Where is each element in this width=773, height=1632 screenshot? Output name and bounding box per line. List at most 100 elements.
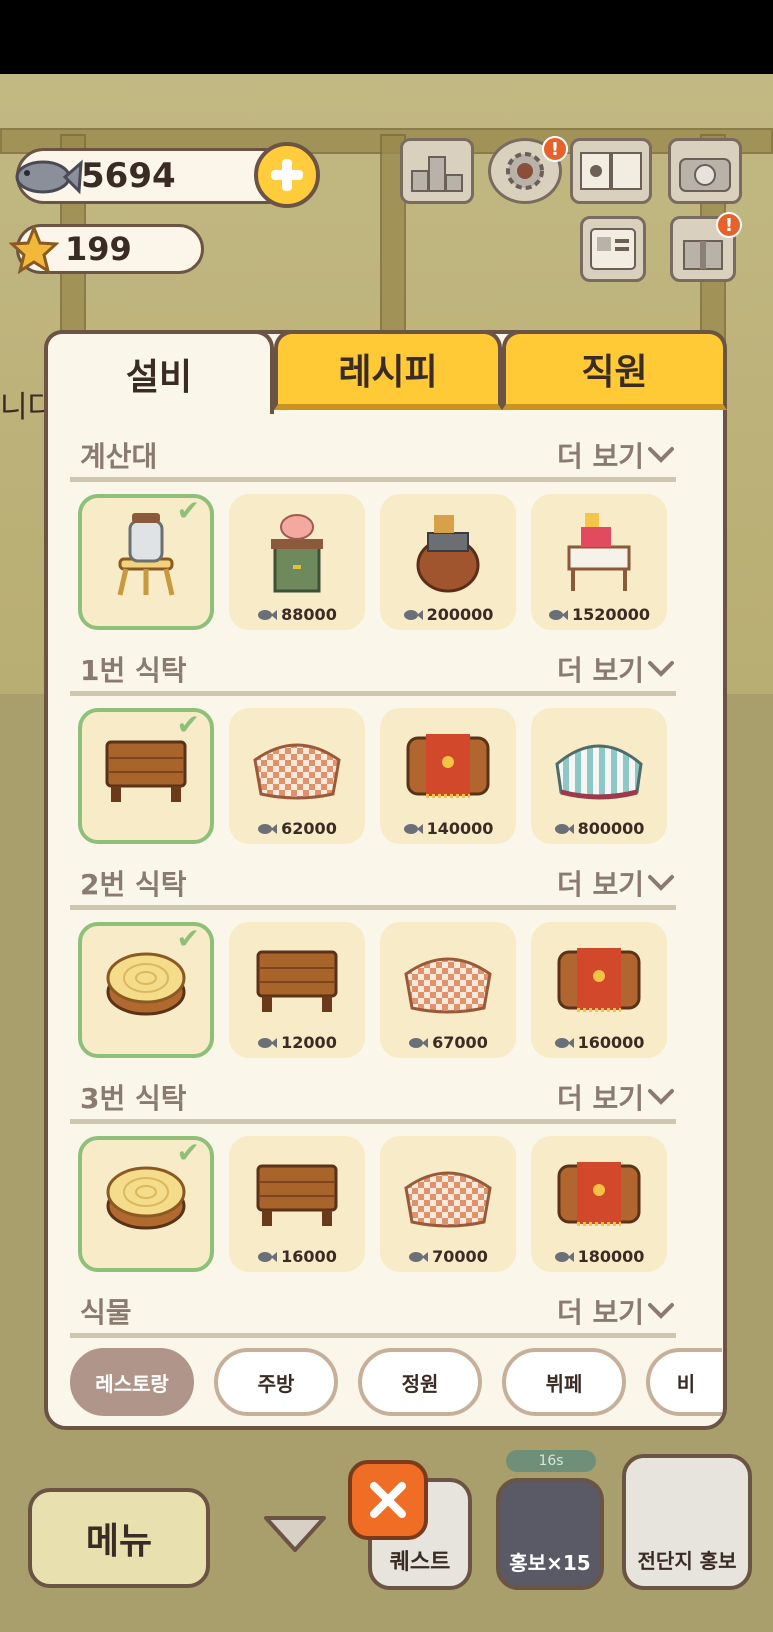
category-tab[interactable]: 레스토랑 — [70, 1348, 194, 1416]
see-more-button[interactable]: 더 보기 — [557, 1291, 676, 1331]
see-more-button[interactable]: 더 보기 — [557, 649, 676, 689]
item-price: 200000 — [403, 605, 494, 624]
category-tab[interactable]: 비 — [646, 1348, 722, 1416]
category-tab[interactable]: 정원 — [358, 1348, 482, 1416]
paw-cloth-table-image — [380, 716, 516, 812]
chevron-down-icon — [648, 660, 674, 677]
owned-check-icon: ✔ — [176, 922, 200, 955]
category-tab[interactable]: 주방 — [214, 1348, 338, 1416]
camera-icon — [679, 158, 731, 192]
camera-button[interactable] — [668, 138, 742, 204]
status-bar — [0, 0, 773, 74]
section-header: 계산대 더 보기 — [70, 432, 676, 482]
furniture-item-card[interactable]: 67000 — [380, 922, 516, 1058]
furniture-item-card[interactable]: ✔ — [78, 708, 214, 844]
checkered-table-image — [380, 930, 516, 1026]
add-currency-button[interactable] — [254, 142, 320, 208]
close-button[interactable] — [348, 1460, 428, 1540]
fish-amount: 5694 — [81, 156, 176, 196]
cash-register-white-image — [531, 502, 667, 598]
tab-equipment[interactable]: 설비 — [44, 330, 274, 414]
owned-check-icon: ✔ — [176, 494, 200, 527]
checkered-table-image — [380, 1144, 516, 1240]
flyer-promo-button[interactable]: 전단지 홍보 — [622, 1454, 752, 1590]
striped-table-image — [531, 716, 667, 812]
fish-icon — [258, 609, 278, 620]
paw-cloth-table-image — [531, 1144, 667, 1240]
item-price-value: 200000 — [426, 605, 494, 624]
gift-alert-badge: ! — [716, 212, 742, 238]
item-price: 160000 — [554, 1033, 644, 1052]
item-price: 180000 — [554, 1247, 645, 1266]
wood-table-image — [229, 1144, 365, 1240]
tab-staff[interactable]: 직원 — [502, 330, 727, 410]
furniture-item-card[interactable]: 16000 — [229, 1136, 365, 1272]
item-price-value: 180000 — [577, 1247, 645, 1266]
book-icon — [580, 152, 642, 190]
close-icon — [370, 1482, 406, 1518]
podium-icon — [411, 156, 463, 192]
section-title: 계산대 — [80, 439, 158, 473]
furniture-item-card[interactable]: 200000 — [380, 494, 516, 630]
item-price-value: 16000 — [281, 1247, 337, 1266]
item-price-value: 62000 — [281, 819, 337, 838]
fish-icon — [409, 1251, 429, 1262]
category-tab[interactable]: 뷔페 — [502, 1348, 626, 1416]
furniture-item-card[interactable]: 140000 — [380, 708, 516, 844]
item-price: 12000 — [257, 1033, 337, 1052]
furniture-item-card[interactable]: ✔ — [78, 1136, 214, 1272]
chevron-down-icon — [648, 1088, 674, 1105]
paw-cloth-table-image — [531, 930, 667, 1026]
chevron-down-icon[interactable] — [262, 1514, 328, 1554]
furniture-item-card[interactable]: 12000 — [229, 922, 365, 1058]
ranking-button[interactable] — [400, 138, 474, 204]
owned-check-icon: ✔ — [176, 708, 200, 741]
see-more-label: 더 보기 — [556, 653, 644, 687]
furniture-item-card[interactable]: 88000 — [229, 494, 365, 630]
menu-button[interactable]: 메뉴 — [28, 1488, 210, 1588]
promo-button[interactable]: 홍보×15 — [496, 1478, 604, 1590]
fish-icon — [258, 823, 278, 834]
item-price-value: 67000 — [432, 1033, 488, 1052]
settings-alert-badge: ! — [542, 136, 568, 162]
star-amount: 199 — [65, 230, 132, 268]
furniture-item-card[interactable]: 180000 — [531, 1136, 667, 1272]
chevron-down-icon — [648, 1302, 674, 1319]
furniture-item-card[interactable]: 70000 — [380, 1136, 516, 1272]
item-price-value: 800000 — [577, 819, 645, 838]
item-price-value: 12000 — [281, 1033, 337, 1052]
fish-icon — [258, 1251, 278, 1262]
furniture-item-card[interactable]: ✔ — [78, 922, 214, 1058]
see-more-button[interactable]: 더 보기 — [557, 435, 676, 475]
profile-card-button[interactable] — [580, 216, 646, 282]
furniture-item-card[interactable]: ✔ — [78, 494, 214, 630]
item-price: 1520000 — [548, 605, 650, 624]
furniture-item-card[interactable]: 1520000 — [531, 494, 667, 630]
item-price: 62000 — [257, 819, 337, 838]
chevron-down-icon — [648, 874, 674, 891]
furniture-item-card[interactable]: 160000 — [531, 922, 667, 1058]
item-price: 140000 — [403, 819, 494, 838]
chevron-down-icon — [648, 446, 674, 463]
id-card-icon — [590, 228, 636, 270]
furniture-item-card[interactable]: 62000 — [229, 708, 365, 844]
item-price: 88000 — [257, 605, 337, 624]
star-icon — [9, 225, 59, 275]
section-title: 3번 식탁 — [80, 1081, 187, 1115]
fish-icon — [409, 1037, 429, 1048]
fish-icon — [403, 609, 423, 620]
section-header: 1번 식탁 더 보기 — [70, 646, 676, 696]
see-more-button[interactable]: 더 보기 — [557, 1077, 676, 1117]
tab-recipes[interactable]: 레시피 — [274, 330, 502, 410]
see-more-label: 더 보기 — [556, 439, 644, 473]
fish-icon — [403, 823, 423, 834]
item-price: 16000 — [257, 1247, 337, 1266]
fish-icon — [15, 159, 83, 195]
item-price-value: 140000 — [426, 819, 494, 838]
collection-book-button[interactable] — [570, 138, 652, 204]
section-header: 식물 더 보기 — [70, 1288, 676, 1338]
fish-icon — [549, 609, 569, 620]
see-more-button[interactable]: 더 보기 — [557, 863, 676, 903]
item-price-value: 70000 — [432, 1247, 488, 1266]
furniture-item-card[interactable]: 800000 — [531, 708, 667, 844]
